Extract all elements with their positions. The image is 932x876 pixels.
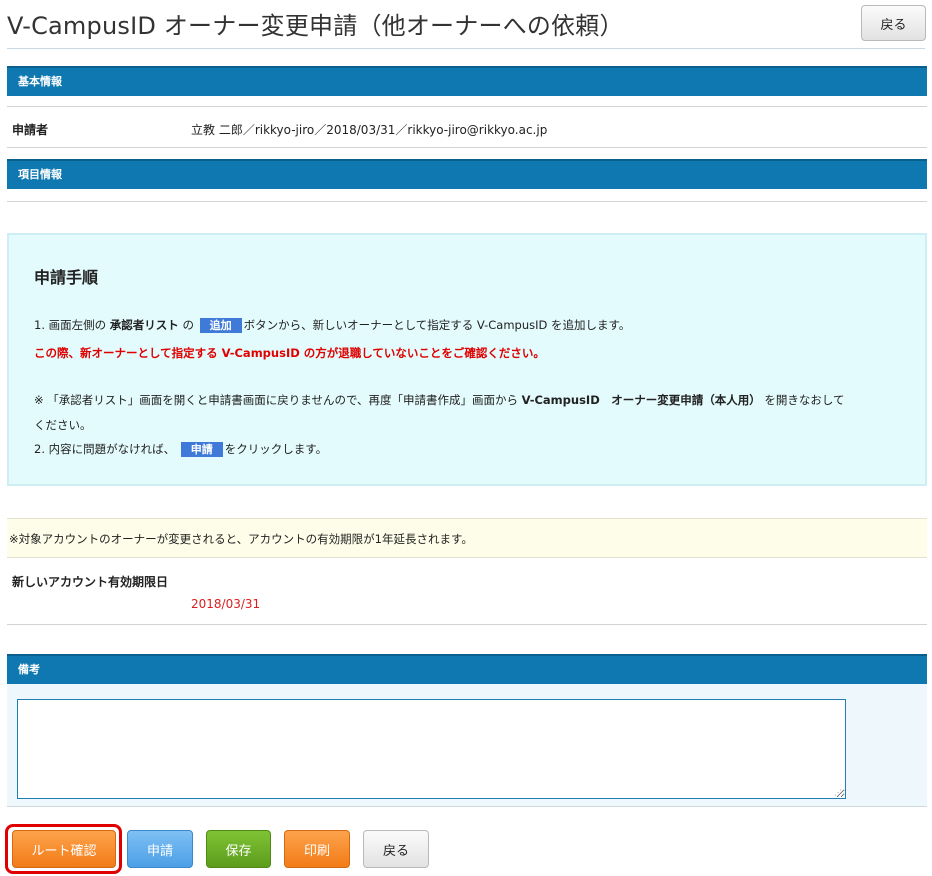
divider [7,147,927,148]
procedure-note-line2: ください。 [34,418,92,432]
apply-button-reference: 申請 [180,442,223,457]
step1-prefix: 1. 画面左側の [34,318,107,332]
save-button[interactable]: 保存 [206,830,271,868]
note-suffix: を開きなおして [764,393,845,407]
step1-no: の [182,318,194,332]
procedure-panel: 申請手順 1. 画面左側の 承認者リスト の 追加 ボタンから、新しいオーナーとし… [7,233,927,486]
expiry-extension-notice: ※対象アカウントのオーナーが変更されると、アカウントの有効期限が1年延長されます… [7,518,927,558]
back-button[interactable]: 戻る [363,830,429,868]
add-button-reference: 追加 [199,318,242,333]
new-expiry-label: 新しいアカウント有効期限日 [12,575,169,589]
step2-suffix: をクリックします。 [224,442,328,456]
remarks-panel: ⋰ [7,684,927,807]
divider [7,201,927,202]
section-remarks: 備考 [7,654,927,684]
note-prefix: ※ 「承認者リスト」画面を開くと申請書画面に戻りませんので、再度「申請書作成」画… [34,393,518,407]
title-divider [7,48,925,49]
step2-prefix: 2. 内容に問題がなければ、 [34,442,176,456]
apply-button[interactable]: 申請 [127,830,193,868]
section-basic-info: 基本情報 [7,66,927,96]
applicant-label: 申請者 [12,123,49,137]
procedure-title: 申請手順 [34,268,99,287]
retirement-warning: この際、新オーナーとして指定する V-CampusID の方が退職していないこと… [34,346,545,360]
back-button-top[interactable]: 戻る [861,5,926,41]
route-check-button[interactable]: ルート確認 [12,830,116,868]
new-expiry-value: 2018/03/31 [191,597,261,611]
divider [7,624,927,625]
print-button[interactable]: 印刷 [284,830,350,868]
remarks-textarea[interactable] [17,699,846,799]
page-header: V-CampusID オーナー変更申請（他オーナーへの依頼） 戻る [0,0,932,50]
approver-list-label: 承認者リスト [109,318,179,332]
resize-grip-icon[interactable]: ⋰ [834,789,843,797]
step1-suffix: ボタンから、新しいオーナーとして指定する V-CampusID を追加します。 [243,318,631,332]
page-title: V-CampusID オーナー変更申請（他オーナーへの依頼） [7,12,624,40]
divider [7,106,927,107]
procedure-step-1: 1. 画面左側の 承認者リスト の 追加 ボタンから、新しいオーナーとして指定する… [34,317,630,333]
note-form-name: V-CampusID オーナー変更申請（本人用） [521,393,761,407]
procedure-note: ※ 「承認者リスト」画面を開くと申請書画面に戻りませんので、再度「申請書作成」画… [34,392,845,408]
procedure-step-2: 2. 内容に問題がなければ、 申請 をクリックします。 [34,441,327,457]
applicant-value: 立教 二郎／rikkyo-jiro／2018/03/31／rikkyo-jiro… [191,123,548,137]
section-item-info: 項目情報 [7,159,927,189]
